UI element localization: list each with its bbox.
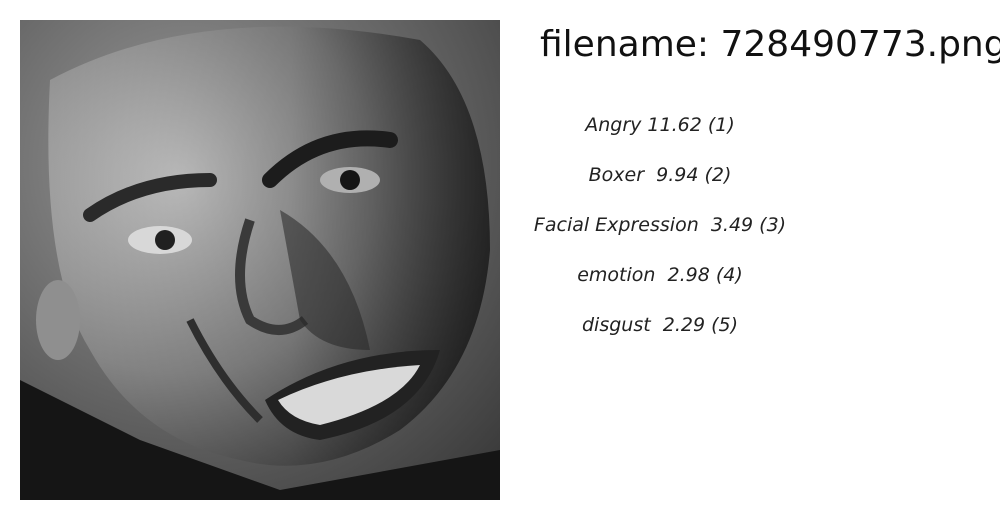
face-photo-icon (20, 20, 500, 500)
prediction-item: Angry 11.62 (1) (585, 114, 735, 136)
page: filename: 728490773.png Angry 11.62 (1) … (0, 0, 1000, 520)
prediction-item: Boxer 9.94 (2) (588, 164, 732, 186)
prediction-item: emotion 2.98 (4) (577, 264, 743, 286)
prediction-list: Angry 11.62 (1) Boxer 9.94 (2) Facial Ex… (533, 100, 787, 350)
filename-title: filename: 728490773.png (540, 24, 1000, 65)
face-photo (20, 20, 500, 500)
prediction-item: Facial Expression 3.49 (3) (533, 214, 787, 236)
prediction-item: disgust 2.29 (5) (581, 314, 739, 336)
